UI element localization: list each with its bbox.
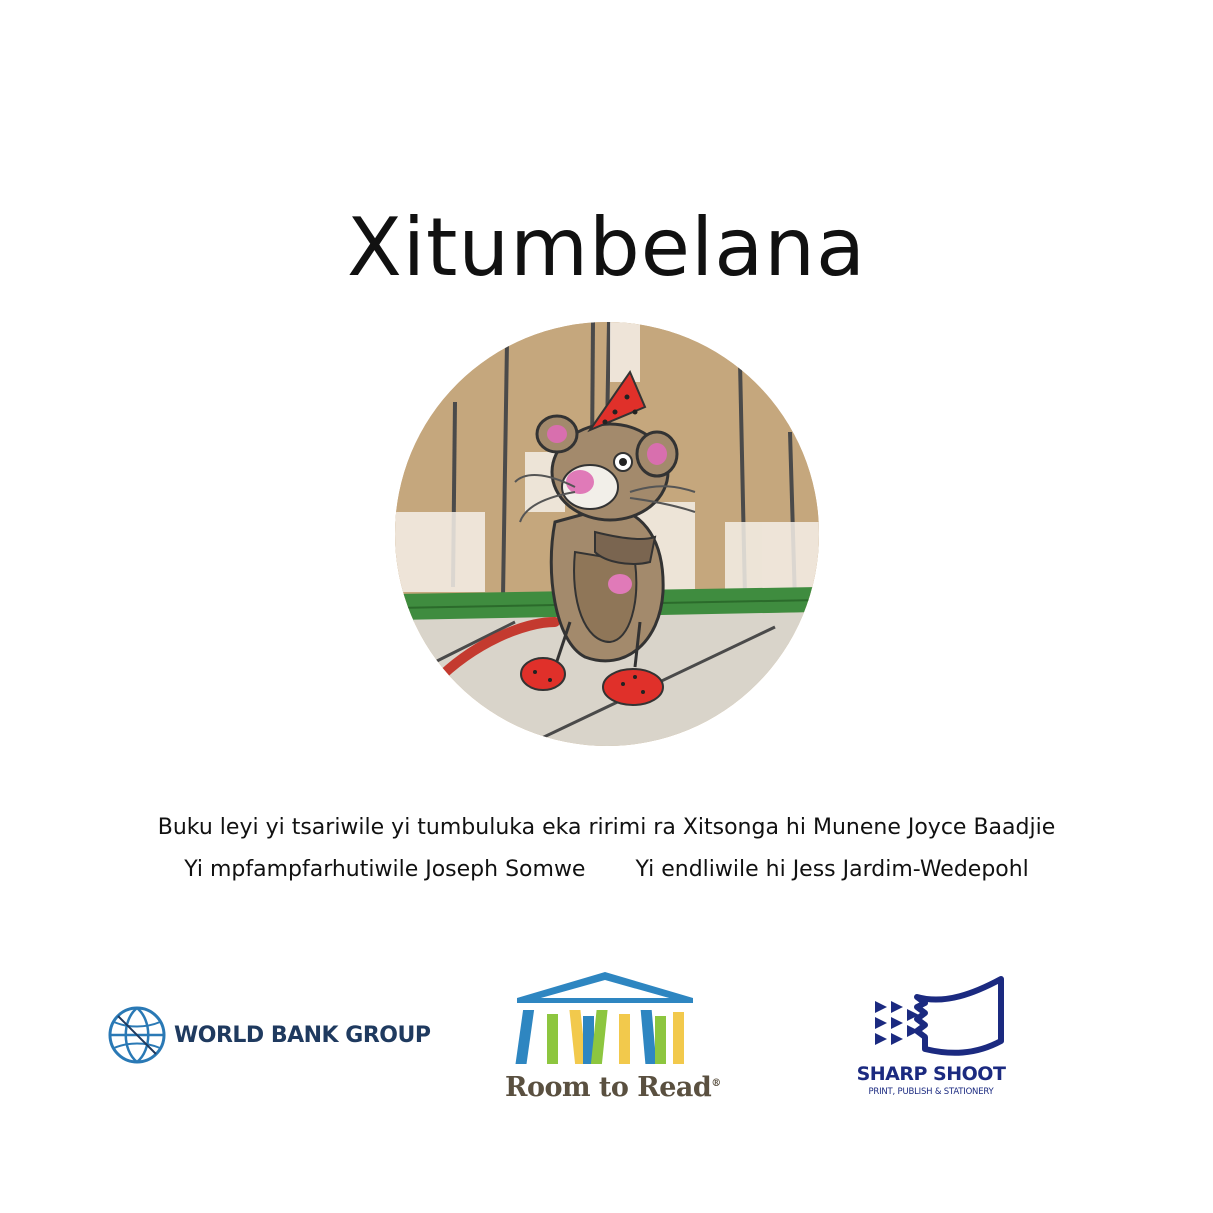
credit-row: Yi mpfampfarhutiwile Joseph Somwe Yi end… [0,855,1213,885]
room-to-read-logo: Room to Read® [505,968,721,1108]
room-to-read-name: Room to Read® [505,1072,721,1103]
registered-mark: ® [711,1078,721,1089]
globe-icon [108,1006,166,1064]
sharp-shoot-tagline: PRINT, PUBLISH & STATIONERY [868,1087,994,1097]
world-bank-group-name: WORLD BANK GROUP [174,1022,431,1048]
sharp-shoot-logo: SHARP SHOOT PRINT, PUBLISH & STATIONERY [855,975,1015,1105]
sharp-shoot-name: SHARP SHOOT [856,1063,1006,1085]
bookshelf-icon [515,972,693,1064]
author-credit: Buku leyi yi tsariwile yi tumbuluka eka … [157,815,1056,840]
room-to-read-wordmark: Room to Read [505,1072,712,1103]
book-title: Xitumbelana [346,200,866,294]
sharp-shoot-icon [875,976,1004,1056]
mouse-illustration [395,322,819,746]
translator-credit: Yi endliwile hi Jess Jardim-Wedepohl [635,857,1029,882]
world-bank-group-logo: WORLD BANK GROUP [108,1006,431,1064]
illustrator-credit: Yi mpfampfarhutiwile Joseph Somwe [184,857,586,882]
